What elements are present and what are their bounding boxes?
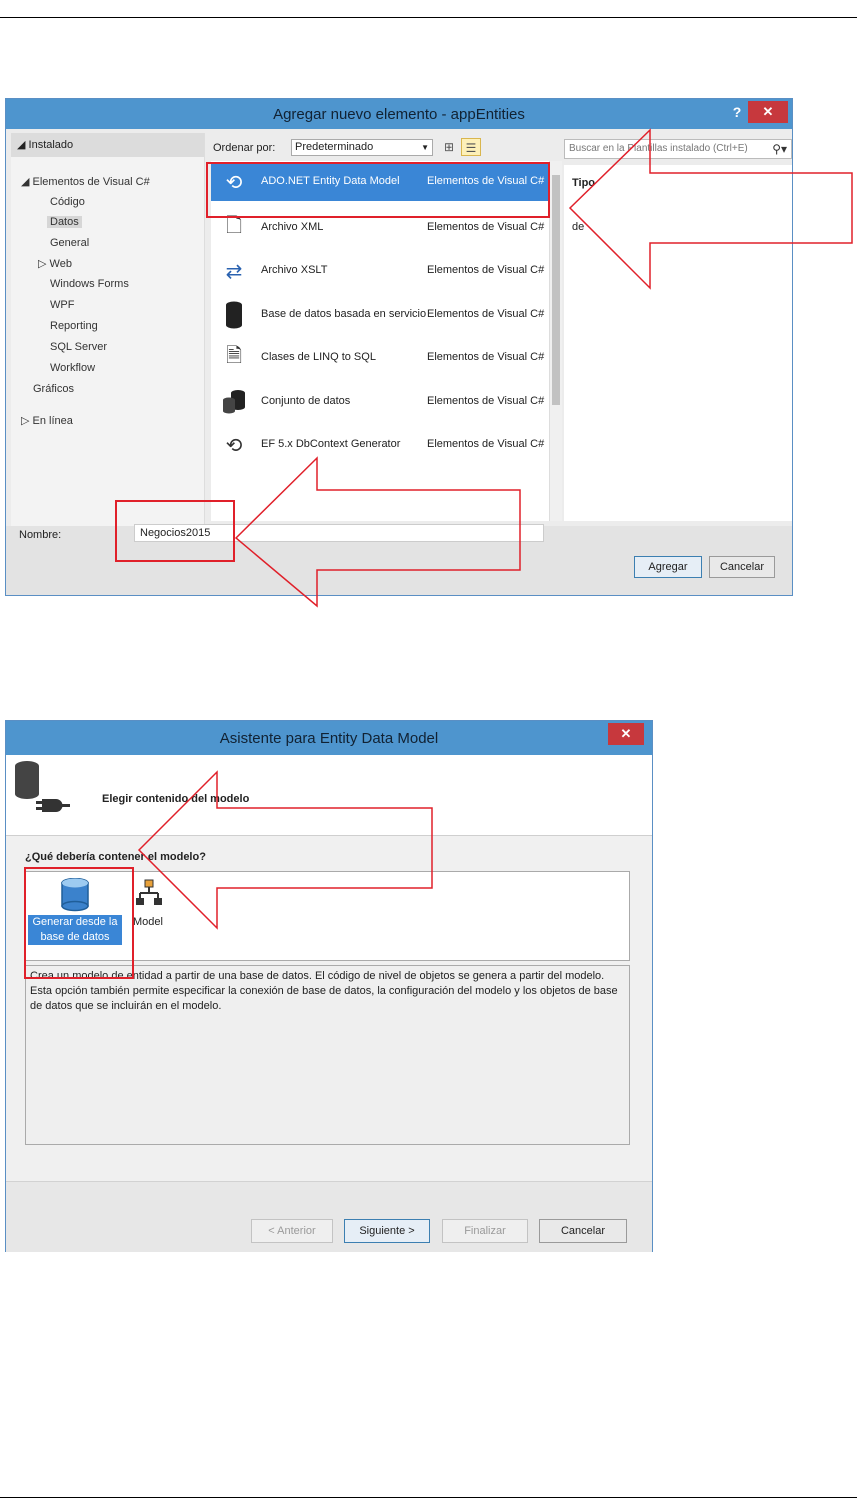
annotation-overlay — [137, 128, 853, 930]
arrow-pointing-to-entity-model — [568, 128, 853, 290]
arrow-pointing-to-name-field — [234, 456, 521, 608]
arrow-pointing-to-generate-option — [137, 770, 433, 930]
